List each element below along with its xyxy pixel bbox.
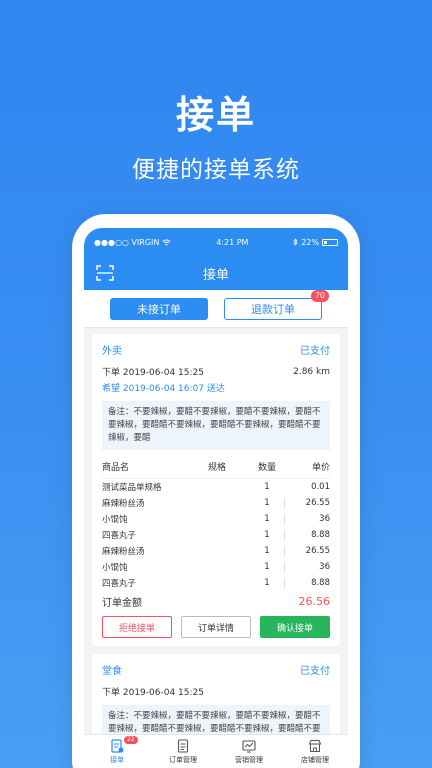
- header-price: 单价: [311, 463, 330, 473]
- item-name: 测试菜品单规格: [102, 483, 162, 493]
- item-name: 麻辣粉丝汤: [102, 547, 145, 557]
- header-qty: 数量: [257, 463, 276, 473]
- orders-count-badge: 22: [124, 736, 138, 744]
- tab-refund[interactable]: 退款订单 70: [224, 289, 329, 320]
- bluetooth-icon: [293, 238, 298, 246]
- item-name: 小馄饨: [102, 563, 128, 573]
- battery-percent: 22%: [301, 237, 319, 247]
- tabbar-item-order-manage[interactable]: 订单管理: [150, 735, 216, 768]
- table-row: 麻辣粉丝汤 1 26.55: [102, 543, 330, 559]
- order-receive-icon: [111, 738, 124, 753]
- items-header: 商品名 规格 数量 单价: [102, 453, 330, 479]
- item-name: 四喜丸子: [102, 531, 137, 541]
- bottom-tab-bar: 接单 22 订单管理 营销管理 店铺管理: [84, 734, 348, 768]
- payment-status: 已支付: [300, 346, 330, 357]
- accept-order-button[interactable]: 确认接单: [260, 616, 330, 638]
- tabbar-item-marketing[interactable]: 营销管理: [216, 735, 282, 768]
- total-amount: 26.56: [298, 595, 331, 608]
- scan-icon[interactable]: [96, 265, 114, 281]
- marketing-icon: [242, 739, 256, 752]
- item-price: 8.88: [284, 530, 330, 540]
- item-qty: 1: [264, 482, 270, 492]
- item-name: 麻辣粉丝汤: [102, 499, 145, 509]
- header-spec: 规格: [208, 463, 227, 473]
- tabbar-label: 营销管理: [235, 755, 263, 764]
- item-qty: 1: [264, 578, 270, 588]
- item-qty: 1: [264, 498, 270, 508]
- item-qty: 1: [264, 562, 270, 572]
- phone-screen: ●●●○○ VIRGIN 4:21 PM 22% 接单 未接订单 退款订单 70…: [84, 228, 348, 768]
- nav-bar: 接单: [84, 256, 348, 290]
- carrier-label: ●●●○○ VIRGIN: [94, 237, 160, 247]
- tabbar-item-orders[interactable]: 接单 22: [84, 735, 150, 768]
- tab-refund-label: 退款订单: [251, 302, 295, 316]
- item-price: 8.88: [284, 578, 330, 588]
- tabbar-label: 接单: [110, 755, 124, 764]
- order-time: 下单 2019-06-04 15:25: [102, 368, 204, 378]
- table-row: 测试菜品单规格 1 0.01: [102, 479, 330, 495]
- tabbar-label: 店铺管理: [301, 755, 329, 764]
- order-type: 外卖: [102, 346, 122, 357]
- reject-order-button[interactable]: 拒绝接单: [102, 616, 172, 638]
- store-icon: [308, 739, 322, 752]
- hero-title: 接单: [175, 93, 256, 137]
- item-price: 26.55: [284, 498, 330, 508]
- header-name: 商品名: [102, 463, 130, 473]
- item-price: 0.01: [311, 482, 330, 492]
- payment-status: 已支付: [300, 666, 330, 677]
- nav-title: 接单: [202, 267, 229, 283]
- battery-icon: [322, 238, 338, 246]
- clock: 4:21 PM: [216, 237, 249, 247]
- item-name: 四喜丸子: [102, 579, 137, 589]
- table-row: 小馄饨 1 36: [102, 511, 330, 527]
- hero-subtitle: 便捷的接单系统: [132, 157, 300, 183]
- tab-unaccepted-label: 未接订单: [137, 302, 181, 316]
- order-list-icon: [177, 738, 189, 753]
- item-price: 36: [284, 514, 330, 524]
- item-name: 小馄饨: [102, 515, 128, 525]
- order-type: 堂食: [102, 666, 122, 677]
- item-price: 36: [284, 562, 330, 572]
- status-bar: ●●●○○ VIRGIN 4:21 PM 22%: [84, 228, 348, 256]
- tab-unaccepted[interactable]: 未接订单: [110, 297, 208, 320]
- order-detail-button[interactable]: 订单详情: [181, 616, 251, 638]
- order-time: 下单 2019-06-04 15:25: [102, 688, 204, 698]
- order-note: 备注：不要辣椒，要醋不要辣椒，要醋不要辣椒，要醋不要辣椒，要醋醋不要辣椒，要醋醋…: [102, 401, 330, 450]
- item-price: 26.55: [284, 546, 330, 556]
- delivery-distance: 2.86 km: [293, 366, 330, 377]
- order-card: 外卖 已支付 下单 2019-06-04 15:25 2.86 km 希望 20…: [92, 334, 340, 646]
- table-row: 小馄饨 1 36: [102, 559, 330, 575]
- wifi-icon: [162, 238, 172, 245]
- table-row: 四喜丸子 1 8.88: [102, 527, 330, 543]
- item-qty: 1: [264, 530, 270, 540]
- tabbar-item-store[interactable]: 店铺管理: [282, 735, 348, 768]
- table-row: 四喜丸子 1 8.88: [102, 575, 330, 591]
- total-label: 订单金额: [102, 598, 142, 609]
- order-tabs: 未接订单 退款订单 70: [84, 289, 348, 328]
- item-qty: 1: [264, 514, 270, 524]
- item-qty: 1: [264, 546, 270, 556]
- expected-delivery: 希望 2019-06-04 16:07 送达: [102, 384, 225, 394]
- refund-count-badge: 70: [310, 289, 329, 302]
- table-row: 麻辣粉丝汤 1 26.55: [102, 495, 330, 511]
- tabbar-label: 订单管理: [169, 755, 197, 764]
